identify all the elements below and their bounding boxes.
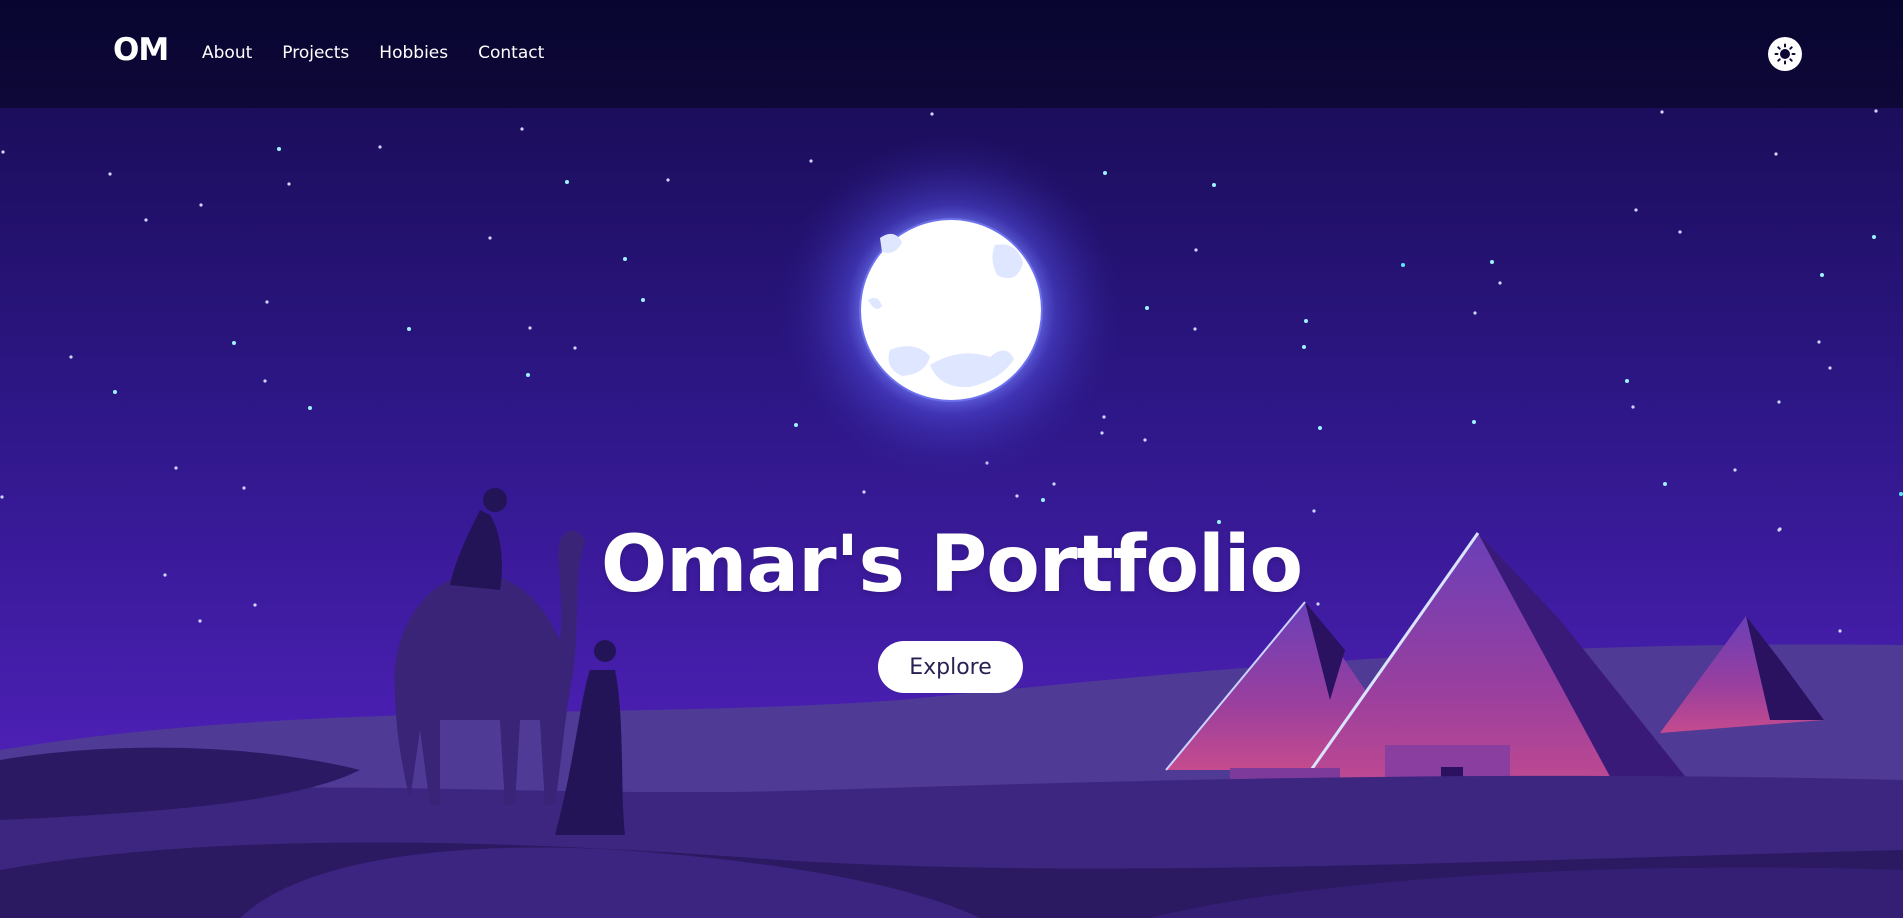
site-logo[interactable]: OM <box>113 32 169 68</box>
main-nav: About Projects Hobbies Contact <box>202 43 544 63</box>
theme-toggle-button[interactable] <box>1768 37 1802 71</box>
explore-button[interactable]: Explore <box>878 641 1023 693</box>
hero-title: Omar's Portfolio <box>600 520 1303 610</box>
sun-icon <box>1774 43 1796 65</box>
nav-link-about[interactable]: About <box>202 43 252 63</box>
hero-background-scene <box>0 0 1903 918</box>
moon <box>776 135 1126 485</box>
top-navbar: OM About Projects Hobbies Contact <box>0 0 1903 108</box>
nav-link-hobbies[interactable]: Hobbies <box>379 43 448 63</box>
nav-link-contact[interactable]: Contact <box>478 43 544 63</box>
nav-link-projects[interactable]: Projects <box>282 43 349 63</box>
